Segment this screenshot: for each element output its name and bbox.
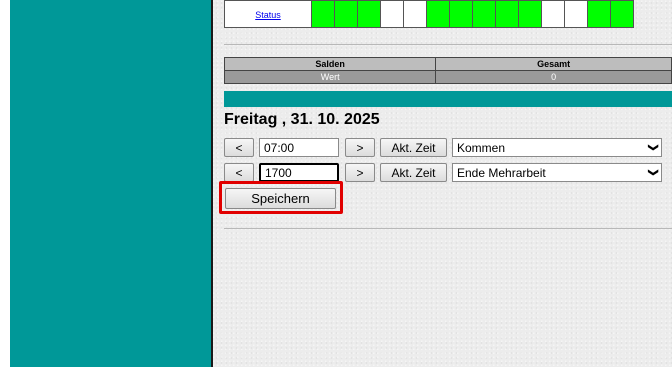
status-tile xyxy=(541,0,565,28)
save-button[interactable]: Speichern xyxy=(225,188,336,209)
main-content: Status Salden Gesamt Wert 0 Freitag , 31… xyxy=(213,0,672,367)
current-time-button[interactable]: Akt. Zeit xyxy=(380,163,447,182)
current-time-button[interactable]: Akt. Zeit xyxy=(380,138,447,157)
booking-type-value: Kommen xyxy=(457,140,506,155)
booking-type-select[interactable]: Ende Mehrarbeit ❯ xyxy=(452,163,662,182)
page-title: Freitag , 31. 10. 2025 xyxy=(224,111,380,128)
status-tile xyxy=(334,0,358,28)
status-tile xyxy=(587,0,611,28)
chevron-down-icon: ❯ xyxy=(647,143,659,152)
status-tile xyxy=(380,0,404,28)
time-input[interactable] xyxy=(259,163,339,182)
sidebar xyxy=(10,0,213,367)
status-tile xyxy=(311,0,335,28)
chevron-down-icon: ❯ xyxy=(647,168,659,177)
divider xyxy=(224,44,672,45)
wert-label: Wert xyxy=(223,70,437,84)
status-tile xyxy=(357,0,381,28)
status-tile xyxy=(610,0,634,28)
booking-type-select[interactable]: Kommen ❯ xyxy=(452,138,662,157)
status-cell: Status xyxy=(224,0,312,28)
time-increment-button[interactable]: > xyxy=(345,163,375,182)
time-input[interactable] xyxy=(259,138,339,157)
time-decrement-button[interactable]: < xyxy=(224,163,254,182)
time-increment-button[interactable]: > xyxy=(345,138,375,157)
status-tile xyxy=(472,0,496,28)
status-tile xyxy=(426,0,450,28)
status-tile xyxy=(518,0,542,28)
time-decrement-button[interactable]: < xyxy=(224,138,254,157)
status-link[interactable]: Status xyxy=(255,10,281,20)
status-tile xyxy=(403,0,427,28)
salden-table: Salden Gesamt Wert 0 xyxy=(223,57,672,84)
salden-header: Salden xyxy=(223,57,437,71)
status-tile xyxy=(495,0,519,28)
status-table: Status xyxy=(224,0,634,28)
status-tile xyxy=(564,0,588,28)
divider xyxy=(224,228,672,229)
teal-band xyxy=(224,91,672,107)
status-tile xyxy=(449,0,473,28)
wert-value: 0 xyxy=(435,70,672,84)
booking-type-value: Ende Mehrarbeit xyxy=(457,165,546,180)
gesamt-header: Gesamt xyxy=(435,57,672,71)
